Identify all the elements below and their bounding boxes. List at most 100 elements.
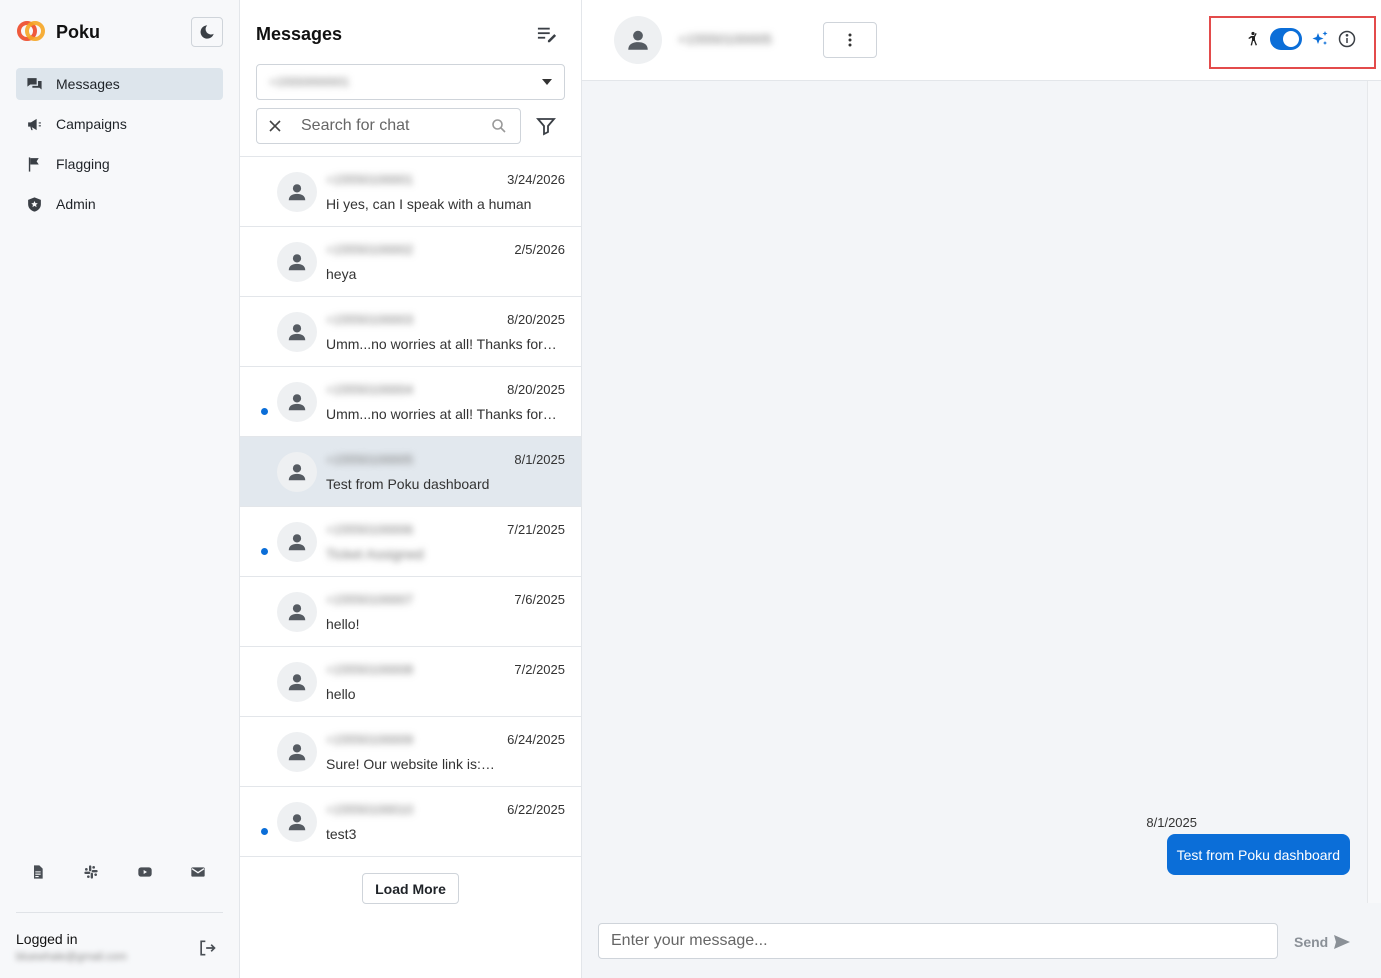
conversation-row[interactable]: +15550100010 6/22/2025 test3: [240, 787, 581, 857]
send-label: Send: [1294, 934, 1329, 950]
load-more-button[interactable]: Load More: [362, 873, 459, 904]
unread-indicator: [261, 828, 268, 835]
conversation-preview: test3: [326, 826, 357, 842]
logged-in-label: Logged in: [16, 931, 78, 947]
close-icon[interactable]: [267, 118, 283, 134]
search-box: [256, 108, 521, 144]
conversation-date: 3/24/2026: [507, 172, 565, 187]
chat-scrollbar[interactable]: [1367, 81, 1381, 903]
sidebar: Poku Messages Campaigns Flagging Admin Logg…: [0, 0, 240, 978]
send-button[interactable]: Send: [1294, 929, 1351, 955]
conversation-phone: +15550100006: [326, 522, 414, 537]
conversation-phone: +15550100008: [326, 662, 414, 677]
conversation-list: +15550100001 3/24/2026 Hi yes, can I speak…: [240, 156, 581, 857]
list-title: Messages: [256, 24, 343, 44]
account-select[interactable]: +15550000001: [256, 64, 565, 100]
conversation-avatar: [277, 172, 317, 212]
conversation-phone: +15550100002: [326, 242, 414, 257]
sidebar-divider: [16, 912, 223, 913]
person-icon: [288, 394, 306, 411]
sidebar-item-label: Messages: [56, 76, 120, 92]
unread-indicator: [261, 548, 268, 555]
more-options-button[interactable]: [823, 22, 877, 58]
conversation-row[interactable]: +15550100003 8/20/2025 Umm...no worries at…: [240, 297, 581, 367]
sidebar-item-campaigns[interactable]: Campaigns: [16, 108, 223, 140]
conversation-avatar: [277, 662, 317, 702]
conversation-preview: Umm...no worries at all! Thanks for…: [326, 336, 557, 352]
sidebar-item-messages[interactable]: Messages: [16, 68, 223, 100]
conversation-row[interactable]: +15550100009 6/24/2025 Sure! Our website l…: [240, 717, 581, 787]
kebab-menu-icon: [848, 33, 852, 47]
conversation-date: 7/21/2025: [507, 522, 565, 537]
message-composer: [598, 923, 1278, 959]
conversation-avatar: [277, 522, 317, 562]
compose-button[interactable]: [536, 25, 558, 45]
contact-name: +15550100005: [678, 31, 772, 47]
filter-button[interactable]: [536, 116, 556, 136]
chat-panel: +15550100005 8/1/2025 Test from Poku das…: [582, 0, 1381, 978]
conversation-row[interactable]: +15550100007 7/6/2025 hello!: [240, 577, 581, 647]
human-takeover-icon[interactable]: [1245, 31, 1261, 47]
contact-avatar: [614, 16, 662, 64]
person-icon: [288, 814, 306, 831]
poku-logo: [16, 18, 46, 46]
sidebar-item-flagging[interactable]: Flagging: [16, 148, 223, 180]
document-icon[interactable]: [28, 862, 48, 882]
conversation-date: 6/24/2025: [507, 732, 565, 747]
conversation-date: 7/2/2025: [514, 662, 565, 677]
person-icon: [288, 674, 306, 691]
conversation-row[interactable]: +15550100005 8/1/2025 Test from Poku dashb…: [240, 437, 581, 507]
message-input[interactable]: [611, 932, 1265, 950]
conversation-avatar: [277, 732, 317, 772]
app-name: Poku: [56, 21, 101, 42]
conversation-row[interactable]: +15550100006 7/21/2025 Ticket Assigned: [240, 507, 581, 577]
conversation-preview: heya: [326, 266, 357, 282]
conversation-row[interactable]: +15550100004 8/20/2025 Umm...no worries at…: [240, 367, 581, 437]
slack-icon[interactable]: [81, 862, 101, 882]
conversation-row[interactable]: +15550100008 7/2/2025 hello: [240, 647, 581, 717]
toggle-knob: [1283, 31, 1299, 47]
conversation-preview: Test from Poku dashboard: [326, 476, 490, 492]
person-icon: [288, 324, 306, 341]
conversation-phone: +15550100009: [326, 732, 414, 747]
ai-auto-reply-toggle[interactable]: [1270, 28, 1302, 50]
conversation-date: 2/5/2026: [514, 242, 565, 257]
shield-icon: [28, 196, 41, 212]
search-input[interactable]: [301, 117, 491, 135]
mail-icon[interactable]: [188, 862, 208, 882]
conversation-avatar: [277, 242, 317, 282]
person-icon: [288, 744, 306, 761]
filter-icon: [536, 118, 556, 136]
conversation-phone: +15550100001: [326, 172, 414, 187]
conversation-avatar: [277, 802, 317, 842]
person-icon: [288, 534, 306, 551]
sidebar-item-admin[interactable]: Admin: [16, 188, 223, 220]
conversation-preview: Ticket Assigned: [326, 546, 424, 562]
conversation-avatar: [277, 452, 317, 492]
logout-button[interactable]: [197, 938, 217, 958]
conversation-avatar: [277, 592, 317, 632]
logout-icon: [200, 940, 216, 956]
conversation-preview: hello: [326, 686, 356, 702]
dark-mode-toggle-button[interactable]: [191, 17, 223, 47]
conversation-row[interactable]: +15550100001 3/24/2026 Hi yes, can I speak…: [240, 157, 581, 227]
flag-icon: [28, 156, 39, 172]
conversation-date: 8/20/2025: [507, 312, 565, 327]
sidebar-item-label: Flagging: [56, 156, 110, 172]
send-icon: [1334, 935, 1351, 949]
conversation-avatar: [277, 382, 317, 422]
chat-messages: 8/1/2025 Test from Poku dashboard: [582, 81, 1367, 903]
conversation-preview: hello!: [326, 616, 360, 632]
brand[interactable]: Poku: [16, 18, 100, 46]
person-icon: [288, 464, 306, 481]
conversation-preview: Umm...no worries at all! Thanks for…: [326, 406, 557, 422]
youtube-icon[interactable]: [135, 862, 155, 882]
outgoing-message-bubble: Test from Poku dashboard: [1166, 834, 1350, 875]
conversation-date: 7/6/2025: [514, 592, 565, 607]
moon-icon: [200, 25, 214, 39]
ai-sparkle-icon[interactable]: [1311, 30, 1329, 48]
conversation-row[interactable]: +15550100002 2/5/2026 heya: [240, 227, 581, 297]
conversation-preview: Hi yes, can I speak with a human: [326, 196, 532, 212]
chat-header: +15550100005: [582, 0, 1381, 81]
info-icon[interactable]: [1338, 30, 1356, 48]
